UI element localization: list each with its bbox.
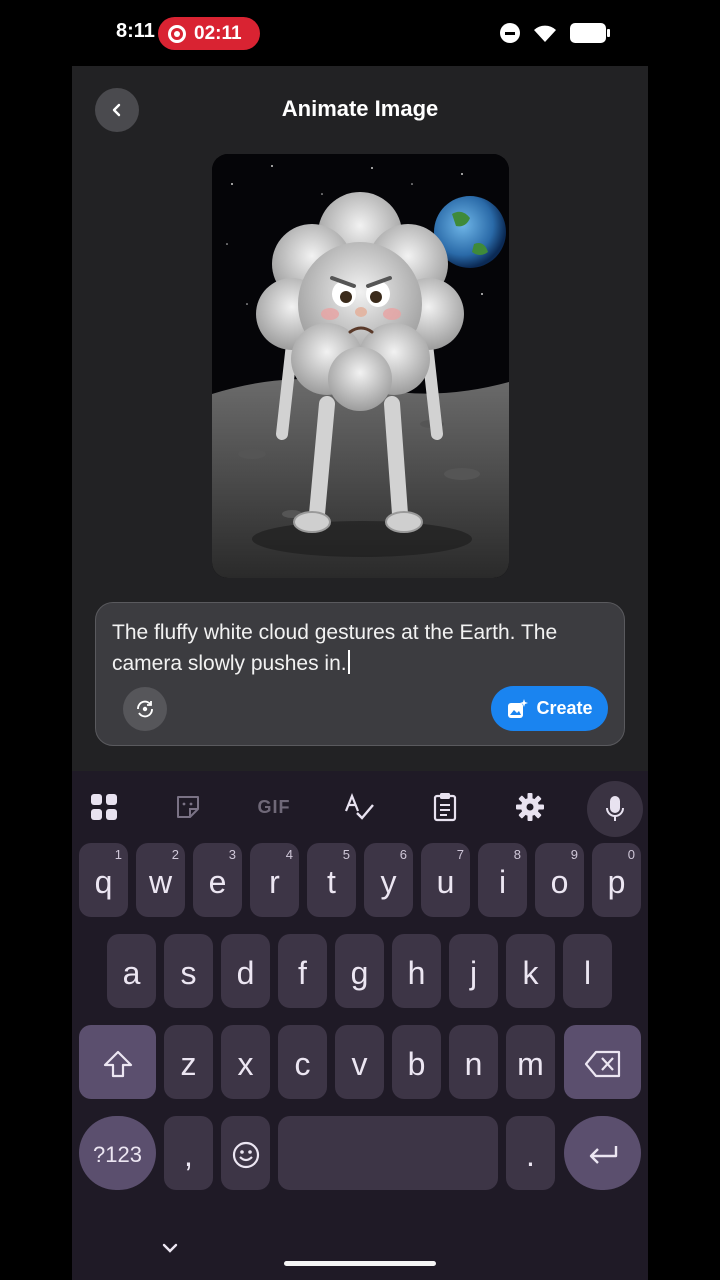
text-cursor [347,650,350,674]
prompt-text[interactable]: The fluffy white cloud gestures at the E… [112,617,602,679]
key-s[interactable]: s [164,934,213,1008]
settings-button[interactable] [510,787,550,827]
key-hint: 3 [228,847,236,862]
key-q[interactable]: q1 [79,843,128,917]
smiley-icon [232,1141,259,1169]
key-x[interactable]: x [221,1025,270,1099]
clipboard-icon [433,793,457,822]
page-title: Animate Image [281,96,439,121]
key-hint: 0 [627,847,635,862]
key-y[interactable]: y6 [364,843,413,917]
key-label: y [380,863,397,900]
gif-button[interactable]: GIF [253,787,295,827]
key-label: o [550,863,569,900]
key-hint: 7 [456,847,464,862]
shift-key[interactable] [79,1025,156,1099]
key-j[interactable]: j [449,934,498,1008]
microphone-icon [606,796,624,821]
create-label: Create [536,698,593,718]
key-l[interactable]: l [563,934,612,1008]
create-button[interactable]: Create [491,686,608,731]
symbols-key[interactable]: ?123 [79,1116,156,1190]
key-label: i [498,863,507,900]
key-m[interactable]: m [506,1025,555,1099]
key-p[interactable]: p0 [592,843,641,917]
backspace-key[interactable] [564,1025,641,1099]
key-c[interactable]: c [278,1025,327,1099]
key-e[interactable]: e3 [193,843,242,917]
key-label: p [607,863,626,900]
key-label: w [148,863,173,900]
battery-icon [570,23,610,43]
wifi-icon [534,25,556,42]
magic-image-icon [508,698,529,718]
key-label: e [208,863,227,900]
key-t[interactable]: t5 [307,843,356,917]
enter-key[interactable] [564,1116,641,1190]
key-hint: 2 [171,847,179,862]
refresh-eye-icon [137,700,153,718]
key-label: q [94,863,113,900]
enter-icon [589,1146,617,1164]
status-bar: 8:11 02:11 [0,0,720,66]
key-b[interactable]: b [392,1025,441,1099]
key-label: u [436,863,455,900]
key-hint: 6 [399,847,407,862]
sticker-icon [177,796,199,818]
gear-icon [516,793,544,821]
prompt-value: The fluffy white cloud gestures at the E… [112,621,558,675]
key-i[interactable]: i8 [478,843,527,917]
spellcheck-button[interactable] [339,787,379,827]
key-hint: 8 [513,847,521,862]
key-hint: 9 [570,847,578,862]
key-k[interactable]: k [506,934,555,1008]
key-d[interactable]: d [221,934,270,1008]
period-key[interactable]: . [506,1116,555,1190]
shift-icon [103,1050,132,1078]
status-icons [500,22,610,44]
app-screen: Animate Image The fluffy white cloud ges… [72,66,648,1280]
emoji-key[interactable] [221,1116,270,1190]
record-icon [168,24,186,43]
space-key[interactable] [278,1116,498,1190]
spellcheck-icon [344,793,374,820]
clock: 8:11 [116,20,155,42]
voice-input-button[interactable] [587,781,643,837]
key-a[interactable]: a [107,934,156,1008]
cloud-character-image [212,154,509,578]
key-h[interactable]: h [392,934,441,1008]
key-u[interactable]: u7 [421,843,470,917]
apps-grid-button[interactable] [84,787,124,827]
image-preview [212,154,509,578]
enhance-prompt-button[interactable] [123,687,167,731]
key-label: t [327,863,336,900]
key-hint: 5 [342,847,350,862]
screen-recording-indicator[interactable]: 02:11 [158,17,260,50]
sticker-button[interactable] [168,787,208,827]
key-o[interactable]: o9 [535,843,584,917]
do-not-disturb-icon [500,23,520,43]
prompt-input[interactable]: The fluffy white cloud gestures at the E… [95,602,625,746]
key-v[interactable]: v [335,1025,384,1099]
comma-key[interactable]: , [164,1116,213,1190]
home-indicator[interactable] [284,1261,436,1266]
clipboard-button[interactable] [425,787,465,827]
key-r[interactable]: r4 [250,843,299,917]
recording-timer: 02:11 [194,22,242,44]
gif-label: GIF [257,796,291,817]
key-f[interactable]: f [278,934,327,1008]
backspace-icon [584,1050,620,1078]
key-label: r [269,863,280,900]
key-hint: 4 [285,847,293,862]
soft-keyboard: GIF q 1 w 2 e 3 r 4 t 5 y 6 u 7 i 8 o 9 … [72,771,648,1280]
collapse-keyboard-icon[interactable] [160,1241,180,1255]
key-n[interactable]: n [449,1025,498,1099]
key-w[interactable]: w2 [136,843,185,917]
apps-grid-icon [91,794,117,820]
key-hint: 1 [114,847,122,862]
key-z[interactable]: z [164,1025,213,1099]
key-g[interactable]: g [335,934,384,1008]
